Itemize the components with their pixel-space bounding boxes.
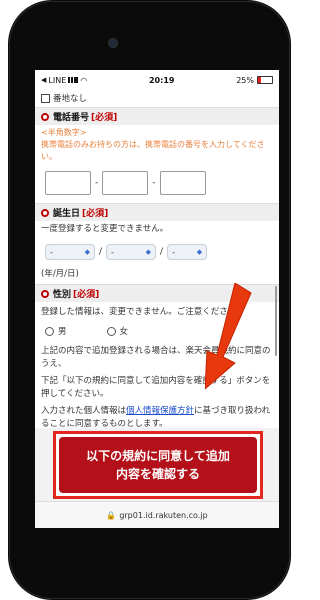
wifi-icon: ◠ (80, 75, 88, 85)
battery-fill (257, 77, 262, 83)
back-to-app-icon[interactable]: ◀ (41, 76, 46, 84)
chevron-updown-icon: ◆ (196, 248, 203, 256)
gender-female-label: 女 (119, 327, 129, 337)
phone-field-1[interactable] (45, 171, 91, 195)
chevron-updown-icon: ◆ (84, 248, 90, 256)
no-address-checkbox[interactable] (41, 94, 50, 103)
status-bar: ◀ LINE ◠ 20:19 25% (35, 70, 279, 90)
url-text: grp01.id.rakuten.co.jp (119, 510, 208, 520)
gender-option-male[interactable]: 男 (45, 325, 67, 337)
phone-frame: ◀ LINE ◠ 20:19 25% 番地なし 電話番号 [必須] <半角数字>… (8, 0, 291, 600)
required-marker-icon (41, 208, 49, 217)
pointer-arrow-icon (205, 283, 252, 390)
gender-option-female[interactable]: 女 (106, 325, 129, 337)
signal-icon (68, 77, 79, 83)
radio-button[interactable] (45, 326, 54, 336)
no-address-row[interactable]: 番地なし (35, 90, 279, 107)
status-time: 20:19 (148, 75, 175, 85)
confirm-button[interactable]: 以下の規約に同意して追加内容を確認する (59, 437, 257, 493)
date-separator: / (99, 247, 103, 257)
chevron-updown-icon: ◆ (145, 248, 152, 256)
privacy-policy-link[interactable]: 個人情報保護方針 (126, 406, 194, 416)
birthday-selects: - ◆ / - ◆ / - ◆ (35, 238, 279, 264)
birth-year-value: - (50, 247, 53, 257)
birth-year-select[interactable]: - ◆ (45, 244, 95, 260)
terms-para-3-pre: 入力された個人情報は (41, 406, 127, 416)
phone-note-format: <半角数字> (41, 128, 87, 137)
phone-title: 電話番号 (53, 113, 90, 123)
phone-required-badge: [必須] (91, 113, 118, 123)
birthday-section-header: 誕生日 [必須] (35, 203, 279, 221)
battery-percent: 25% (236, 75, 254, 85)
lock-icon: 🔒 (106, 510, 117, 520)
confirm-highlight: 以下の規約に同意して追加内容を確認する (53, 431, 263, 499)
birth-month-value: - (111, 247, 114, 257)
birthday-title: 誕生日 (53, 209, 81, 219)
birthday-required-badge: [必須] (82, 209, 109, 219)
birth-day-value: - (172, 247, 175, 257)
phone-inputs: - - (35, 165, 279, 203)
gender-male-label: 男 (58, 327, 67, 337)
carrier-label: LINE (48, 75, 67, 85)
required-marker-icon (41, 289, 49, 298)
required-marker-icon (41, 112, 49, 121)
phone-section-header: 電話番号 [必須] (35, 107, 279, 125)
phone-separator: - (152, 178, 156, 188)
confirm-area: 以下の規約に同意して追加内容を確認する (35, 428, 279, 510)
no-address-label: 番地なし (53, 94, 88, 104)
phone-field-3[interactable] (159, 171, 206, 195)
confirm-button-label: 以下の規約に同意して追加内容を確認する (86, 449, 230, 481)
scrollbar[interactable] (275, 286, 277, 356)
gender-title: 性別 (53, 290, 72, 300)
phone-field-2[interactable] (102, 171, 149, 195)
birth-day-select[interactable]: - ◆ (167, 244, 208, 260)
phone-separator: - (95, 178, 99, 188)
birthday-format: (年/月/日) (41, 269, 79, 279)
battery-icon (256, 76, 273, 84)
date-separator: / (160, 247, 164, 257)
browser-url-bar[interactable]: 🔒 grp01.id.rakuten.co.jp (35, 501, 279, 528)
radio-button[interactable] (106, 326, 116, 336)
front-camera (108, 38, 118, 48)
phone-note: <半角数字> 携帯電話のみお持ちの方は、携帯電話の番号を入力してください。 (35, 125, 279, 165)
birth-month-select[interactable]: - ◆ (106, 244, 157, 260)
gender-required-badge: [必須] (73, 290, 100, 300)
phone-note-mobile: 携帯電話のみお持ちの方は、携帯電話の番号を入力してください。 (41, 140, 265, 161)
birthday-note: 一度登録すると変更できません。 (41, 224, 169, 234)
